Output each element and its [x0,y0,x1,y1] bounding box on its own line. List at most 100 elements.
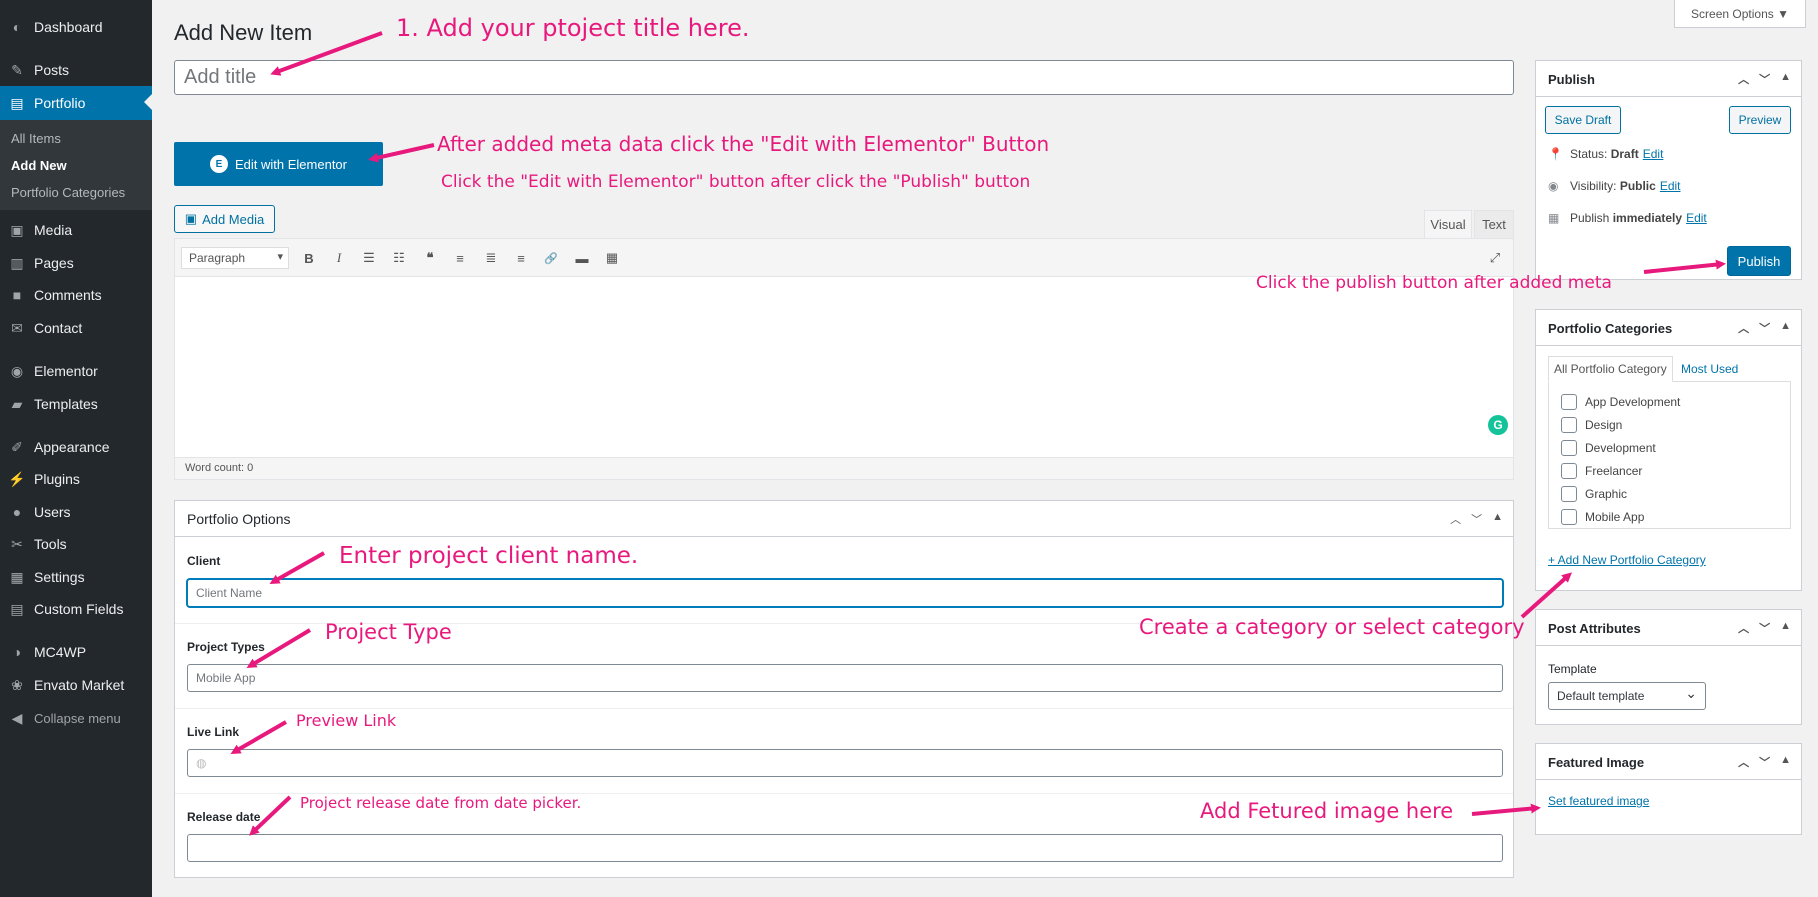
publish-heading: Publish [1548,72,1595,87]
template-select[interactable]: Default template [1548,682,1706,710]
menu-media[interactable]: ▣ Media [0,214,152,246]
menu-label: Elementor [34,363,98,379]
brush-icon: ✐ [11,438,23,455]
toggle-panel-icon[interactable]: ▲ [1780,754,1791,770]
checkbox[interactable] [1561,509,1577,525]
italic-icon[interactable]: I [327,247,351,269]
submenu-add-new[interactable]: Add New [0,152,152,179]
collapse-menu[interactable]: ◀ Collapse menu [0,702,152,734]
menu-appearance[interactable]: ✐ Appearance [0,431,152,463]
add-media-button[interactable]: ▣ Add Media [174,205,275,233]
toolbar-toggle-icon[interactable]: ▦ [600,247,624,269]
pages-icon: ▥ [10,254,24,271]
set-featured-image-link[interactable]: Set featured image [1548,794,1649,808]
globe-icon: ◍ [196,756,207,770]
menu-tools[interactable]: ✂ Tools [0,528,152,560]
checkbox[interactable] [1561,463,1577,479]
menu-plugins[interactable]: ⚡ Plugins [0,463,152,495]
category-label: Mobile App [1585,510,1645,524]
toggle-panel-icon[interactable]: ▲ [1492,511,1503,527]
menu-pages[interactable]: ▥ Pages [0,247,152,279]
menu-mc4wp[interactable]: ◑ MC4WP [0,636,152,668]
read-more-icon[interactable]: ▬ [570,247,594,269]
move-down-icon[interactable]: ﹀ [1759,320,1770,336]
fullscreen-icon[interactable]: ⤢ [1483,247,1507,269]
category-item[interactable]: App Development [1561,394,1680,410]
edit-with-elementor-label: Edit with Elementor [235,156,347,172]
screen-options-button[interactable]: Screen Options ▼ [1674,0,1806,28]
category-item[interactable]: Design [1561,417,1622,433]
title-input[interactable]: Add title [174,60,1514,95]
link-icon[interactable]: 🔗 [539,247,563,269]
annotation-featured: Add Fetured image here [1200,799,1454,823]
project-types-input[interactable]: Mobile App [187,664,1503,692]
move-up-icon[interactable]: ︿ [1738,320,1749,336]
tab-most-used[interactable]: Most Used [1676,356,1743,382]
category-item[interactable]: Development [1561,440,1656,456]
category-label: Development [1585,441,1656,455]
edit-with-elementor-button[interactable]: E Edit with Elementor [174,142,383,186]
grammarly-icon[interactable]: G [1488,415,1508,435]
menu-comments[interactable]: ■ Comments [0,279,152,311]
checkbox[interactable] [1561,417,1577,433]
client-input[interactable]: Client Name [187,579,1503,607]
tab-all-categories[interactable]: All Portfolio Category [1548,356,1673,382]
align-left-icon[interactable]: ≡ [448,247,472,269]
elementor-logo-icon: E [210,155,228,173]
edit-status-link[interactable]: Edit [1643,147,1664,161]
submenu-all-items[interactable]: All Items [0,125,152,152]
menu-dashboard[interactable]: ◐ Dashboard [0,11,152,43]
menu-elementor[interactable]: ◉ Elementor [0,355,152,387]
tab-text[interactable]: Text [1474,210,1514,238]
add-new-category-link[interactable]: + Add New Portfolio Category [1548,553,1706,567]
preview-button[interactable]: Preview [1729,106,1791,134]
align-right-icon[interactable]: ≡ [509,247,533,269]
edit-visibility-link[interactable]: Edit [1660,179,1681,193]
submenu-portfolio-categories[interactable]: Portfolio Categories [0,179,152,206]
category-item[interactable]: Mobile App [1561,509,1644,525]
toggle-panel-icon[interactable]: ▲ [1780,620,1791,636]
menu-envato-market[interactable]: ❀ Envato Market [0,669,152,701]
move-down-icon[interactable]: ﹀ [1759,754,1770,770]
category-tabs: All Portfolio Category Most Used [1548,356,1791,382]
menu-portfolio[interactable]: ▤ Portfolio [0,86,152,120]
annotation-elementor-order: Click the "Edit with Elementor" button a… [441,172,1031,192]
move-up-icon[interactable]: ︿ [1738,754,1749,770]
move-down-icon[interactable]: ﹀ [1759,620,1770,636]
menu-contact[interactable]: ✉ Contact [0,312,152,344]
mail-icon: ✉ [11,319,23,336]
tab-visual[interactable]: Visual [1424,210,1472,238]
move-down-icon[interactable]: ﹀ [1759,71,1770,87]
menu-settings[interactable]: ▦ Settings [0,561,152,593]
category-item[interactable]: Graphic [1561,486,1627,502]
checkbox[interactable] [1561,440,1577,456]
blockquote-icon[interactable]: ❝ [418,247,442,269]
category-item[interactable]: Freelancer [1561,463,1642,479]
live-link-input[interactable]: ◍ [187,749,1503,777]
post-attributes-box: Post Attributes ︿ ﹀ ▲ Template Default tem… [1535,609,1802,725]
toggle-panel-icon[interactable]: ▲ [1780,320,1791,336]
menu-posts[interactable]: ✎ Posts [0,54,152,86]
numbered-list-icon[interactable]: ☷ [387,247,411,269]
bold-icon[interactable]: B [297,247,321,269]
publish-button[interactable]: Publish [1727,246,1791,276]
save-draft-button[interactable]: Save Draft [1545,106,1621,134]
move-up-icon[interactable]: ︿ [1738,620,1749,636]
release-date-input[interactable] [187,834,1503,862]
dashboard-icon: ◐ [12,19,22,35]
move-down-icon[interactable]: ﹀ [1471,511,1482,527]
menu-custom-fields[interactable]: ▤ Custom Fields [0,593,152,625]
page-title: Add New Item [174,20,313,45]
menu-label: Settings [34,569,85,585]
menu-users[interactable]: ● Users [0,496,152,528]
toggle-panel-icon[interactable]: ▲ [1780,71,1791,87]
edit-schedule-link[interactable]: Edit [1686,211,1707,225]
checkbox[interactable] [1561,486,1577,502]
menu-templates[interactable]: ▰ Templates [0,388,152,420]
bullet-list-icon[interactable]: ☰ [357,247,381,269]
align-center-icon[interactable]: ≣ [479,247,503,269]
checkbox[interactable] [1561,394,1577,410]
format-select[interactable]: Paragraph [181,247,289,269]
move-up-icon[interactable]: ︿ [1450,511,1461,527]
move-up-icon[interactable]: ︿ [1738,71,1749,87]
